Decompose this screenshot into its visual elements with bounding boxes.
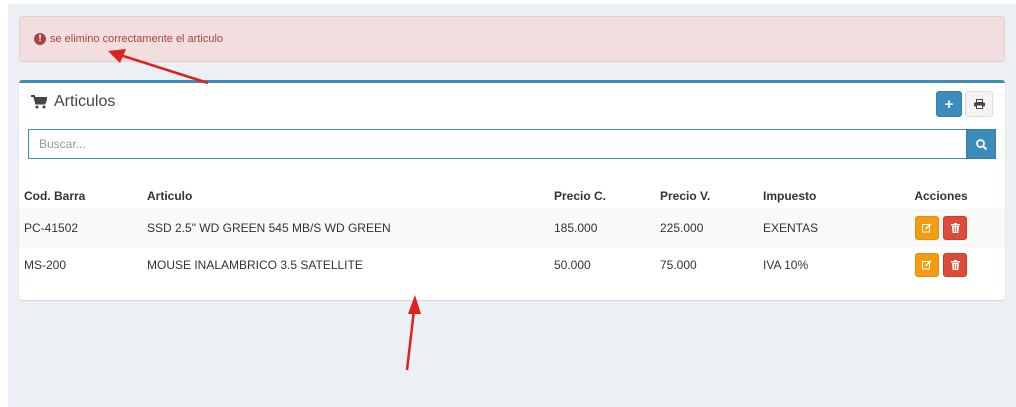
edit-button[interactable]	[915, 252, 939, 277]
col-acciones: Acciones	[877, 184, 1005, 210]
search-input[interactable]	[28, 129, 966, 159]
search-icon	[975, 138, 987, 150]
cell-cod-barra: MS-200	[19, 245, 142, 283]
table-row: MS-200 MOUSE INALAMBRICO 3.5 SATELLITE 5…	[19, 245, 1005, 283]
delete-button[interactable]	[943, 252, 967, 277]
col-precio-compra: Precio C.	[549, 184, 655, 210]
table-header-row: Cod. Barra Articulo Precio C. Precio V. …	[19, 184, 1005, 210]
cell-acciones	[877, 208, 1005, 246]
add-article-button[interactable]: +	[936, 91, 962, 117]
panel-title: Articulos	[31, 93, 115, 111]
alert-danger: ! se elimino correctamente el articulo	[19, 16, 1005, 62]
shopping-cart-icon	[31, 95, 47, 109]
cell-acciones	[877, 245, 1005, 283]
edit-icon	[922, 260, 932, 270]
cell-articulo: SSD 2.5" WD GREEN 545 MB/S WD GREEN	[142, 208, 549, 246]
col-precio-venta: Precio V.	[655, 184, 758, 210]
print-icon	[973, 99, 985, 109]
cell-precio-venta: 75.000	[655, 245, 758, 283]
col-articulo: Articulo	[142, 184, 549, 210]
cell-impuesto: EXENTAS	[758, 208, 877, 246]
search-button[interactable]	[966, 129, 996, 159]
cell-precio-venta: 225.000	[655, 208, 758, 246]
cell-articulo: MOUSE INALAMBRICO 3.5 SATELLITE	[142, 245, 549, 283]
cell-precio-compra: 50.000	[549, 245, 655, 283]
table-row: PC-41502 SSD 2.5" WD GREEN 545 MB/S WD G…	[19, 208, 1005, 246]
cell-cod-barra: PC-41502	[19, 208, 142, 246]
delete-button[interactable]	[943, 215, 967, 240]
panel-title-text: Articulos	[54, 93, 116, 110]
cell-impuesto: IVA 10%	[758, 245, 877, 283]
search-row	[28, 129, 996, 159]
plus-icon: +	[944, 95, 954, 113]
exclamation-circle-icon: !	[34, 33, 46, 45]
edit-icon	[922, 222, 932, 232]
print-button[interactable]	[965, 91, 993, 117]
articulos-panel: Articulos + Cod. Barra	[19, 80, 1005, 300]
col-cod-barra: Cod. Barra	[19, 184, 142, 210]
panel-header: Articulos +	[19, 83, 1005, 123]
col-impuesto: Impuesto	[758, 184, 877, 210]
articles-table: Cod. Barra Articulo Precio C. Precio V. …	[19, 184, 1005, 283]
trash-icon	[950, 259, 960, 270]
trash-icon	[950, 222, 960, 233]
edit-button[interactable]	[915, 215, 939, 240]
alert-message: se elimino correctamente el articulo	[50, 33, 224, 45]
cell-precio-compra: 185.000	[549, 208, 655, 246]
